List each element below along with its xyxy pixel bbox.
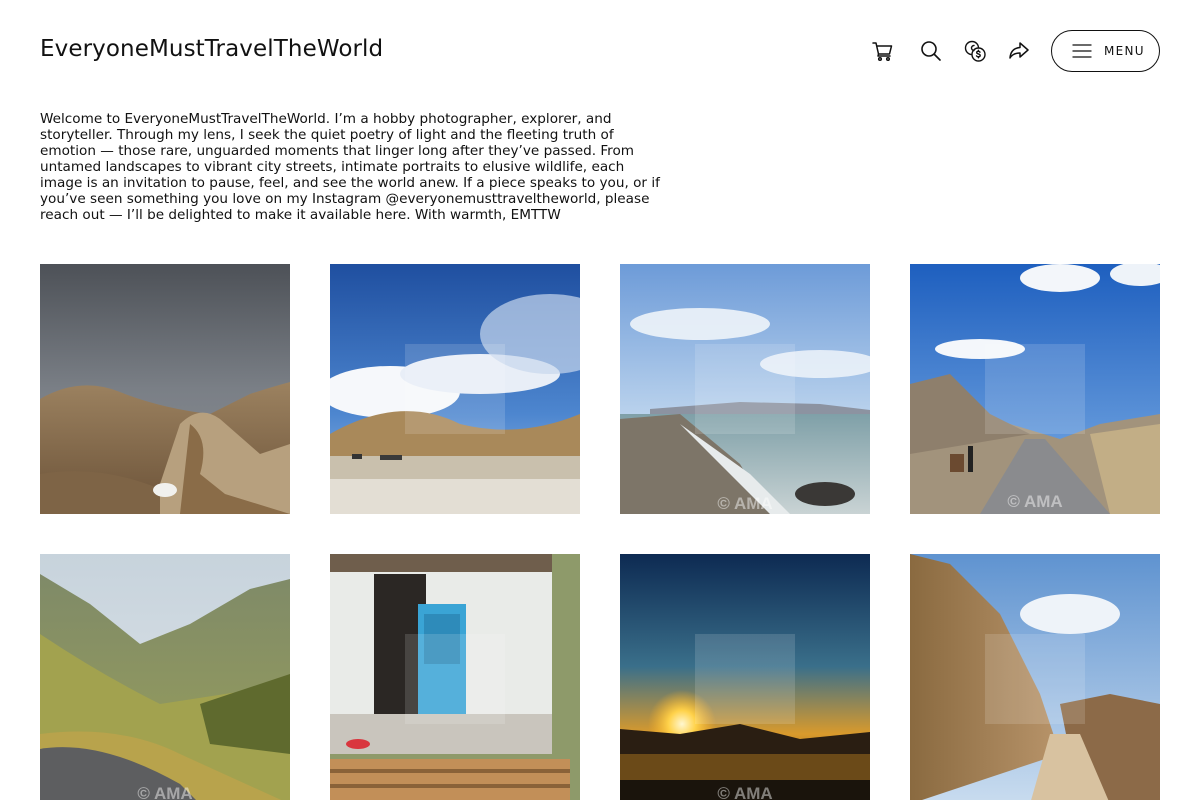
gallery-photo[interactable] [910,554,1160,800]
share-button[interactable] [1002,34,1036,68]
search-icon [921,41,941,61]
watermark-mark [985,344,1085,434]
share-icon [1009,42,1029,59]
watermark-text: © AMA [137,784,193,800]
photo-image [40,264,290,514]
photo-image [40,554,290,800]
currency-button[interactable] [958,34,992,68]
cart-icon [872,42,893,62]
intro-text: Welcome to EveryoneMustTravelTheWorld. I… [40,111,660,223]
menu-button[interactable]: MENU [1051,30,1160,72]
gallery-photo[interactable]: © AMA [910,264,1160,514]
watermark-mark [695,634,795,724]
watermark-mark [695,344,795,434]
cart-button[interactable] [866,34,900,68]
hamburger-icon [1072,44,1092,58]
gallery-photo[interactable]: © AMA [620,264,870,514]
currency-icon [964,40,986,62]
watermark-mark [405,634,505,724]
watermark-mark [985,634,1085,724]
menu-label: MENU [1104,44,1145,58]
gallery-photo[interactable] [330,554,580,800]
gallery-photo[interactable] [40,264,290,514]
search-button[interactable] [914,34,948,68]
watermark-mark [405,344,505,434]
gallery-photo[interactable] [330,264,580,514]
site-header: EveryoneMustTravelTheWorld MENU [0,0,1200,100]
gallery-photo[interactable]: © AMA [620,554,870,800]
watermark-text: © AMA [717,494,773,513]
watermark-text: © AMA [717,784,773,800]
gallery-photo[interactable]: © AMA [40,554,290,800]
watermark-text: © AMA [1007,492,1063,511]
site-title[interactable]: EveryoneMustTravelTheWorld [40,36,383,62]
